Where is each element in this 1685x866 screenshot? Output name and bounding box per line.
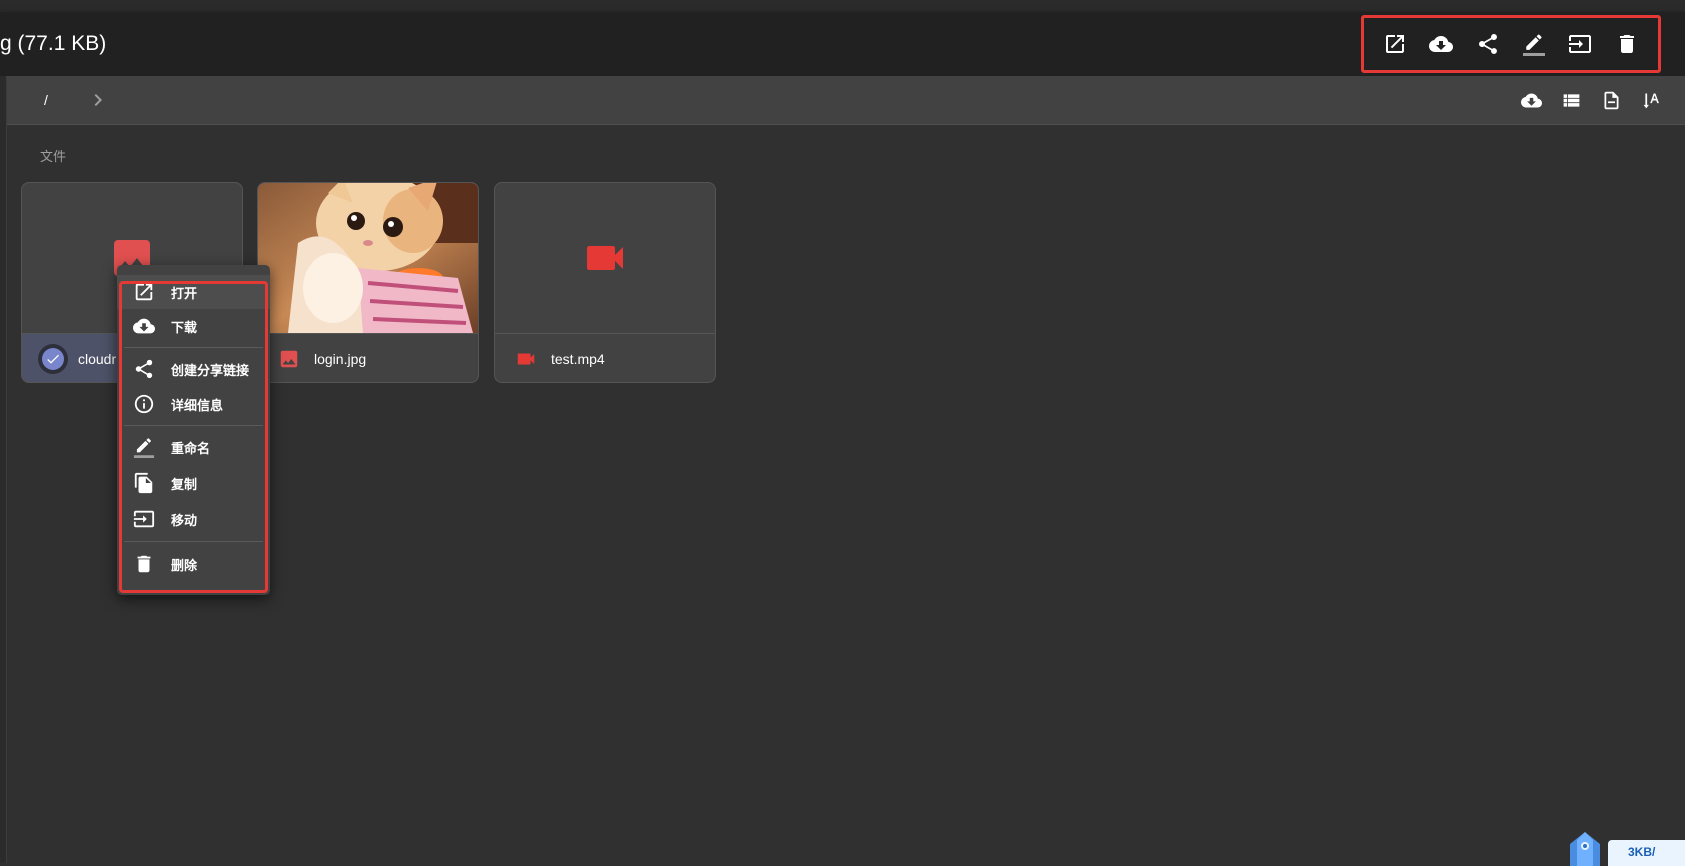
menu-item-details[interactable]: 详细信息 (117, 387, 270, 421)
selection-toolbar: g (77.1 KB) (0, 12, 1685, 76)
pencil-icon (1523, 34, 1546, 56)
file-settings-button[interactable] (1591, 80, 1631, 120)
left-drawer-edge (0, 76, 7, 863)
trash-icon (1619, 35, 1634, 53)
list-view-icon (1563, 93, 1579, 107)
share-icon (1478, 34, 1497, 54)
breadcrumb-root[interactable]: / (44, 76, 48, 124)
context-menu: 打开 下载 创建分享链接 详细信息 重命名 复制 移动 删除 (117, 265, 270, 595)
image-thumbnail (258, 183, 478, 333)
navbar-actions (1511, 80, 1671, 120)
section-label: 文件 (40, 149, 67, 164)
open-button[interactable] (1375, 24, 1415, 64)
file-name: login.jpg (314, 351, 367, 367)
menu-item-label: 下载 (171, 320, 198, 336)
pencil-icon (133, 438, 155, 458)
download-button[interactable] (1421, 24, 1461, 64)
trash-icon (137, 555, 151, 573)
menu-item-label: 移动 (171, 513, 198, 529)
copy-icon (134, 472, 153, 494)
open-in-new-icon (135, 283, 153, 301)
view-mode-button[interactable] (1551, 80, 1591, 120)
speed-widget[interactable]: 3KB/ (1560, 830, 1685, 866)
share-icon (135, 359, 153, 379)
menu-item-label: 复制 (171, 477, 198, 493)
chevron-right-icon (94, 94, 102, 106)
file-card[interactable]: login.jpg (257, 182, 479, 383)
menu-item-open[interactable]: 打开 (117, 275, 270, 309)
path-navbar: / (0, 76, 1685, 125)
selected-check[interactable] (38, 344, 68, 374)
rename-button[interactable] (1514, 24, 1554, 64)
menu-item-share[interactable]: 创建分享链接 (117, 352, 270, 386)
cloud-download-icon (1429, 36, 1454, 52)
menu-item-label: 打开 (171, 286, 198, 302)
offline-download-button[interactable] (1511, 80, 1551, 120)
move-to-icon (1569, 35, 1592, 53)
file-type-icon (515, 348, 539, 372)
file-card-footer: login.jpg (258, 333, 478, 382)
file-card[interactable]: test.mp4 (494, 182, 716, 383)
menu-item-label: 重命名 (171, 441, 211, 457)
move-button[interactable] (1560, 24, 1600, 64)
menu-item-label: 详细信息 (171, 398, 224, 414)
file-name: cloudr (78, 351, 117, 367)
move-to-icon (133, 510, 155, 528)
menu-item-label: 创建分享链接 (171, 363, 250, 379)
info-icon (134, 394, 154, 414)
sort-icon (1643, 93, 1659, 108)
rocket-icon (1570, 832, 1600, 866)
image-icon (280, 350, 298, 368)
menu-item-download[interactable]: 下载 (117, 309, 270, 343)
open-in-new-icon (1386, 35, 1405, 53)
breadcrumb-chevron (86, 88, 110, 112)
file-type-icon (278, 348, 302, 372)
file-name: test.mp4 (551, 351, 605, 367)
speed-text: 3KB/ (1628, 845, 1656, 859)
cloud-download-icon (133, 318, 155, 334)
menu-item-rename[interactable]: 重命名 (117, 430, 270, 464)
selection-actions (1361, 15, 1661, 73)
video-icon (517, 353, 535, 365)
menu-divider (124, 541, 263, 542)
menu-item-move[interactable]: 移动 (117, 502, 270, 536)
menu-item-copy[interactable]: 复制 (117, 466, 270, 500)
menu-divider (124, 347, 263, 348)
file-preview (495, 183, 715, 333)
selection-title: g (77.1 KB) (0, 32, 107, 55)
menu-item-label: 删除 (171, 558, 198, 574)
share-button[interactable] (1468, 24, 1508, 64)
file-settings-icon (1604, 91, 1618, 109)
check-icon (47, 354, 59, 364)
file-card-footer: test.mp4 (495, 333, 715, 382)
sort-button[interactable] (1631, 80, 1671, 120)
menu-divider (124, 425, 263, 426)
menu-item-delete[interactable]: 删除 (117, 547, 270, 581)
video-icon (587, 246, 623, 270)
cloud-download-icon (1520, 93, 1542, 107)
delete-button[interactable] (1607, 24, 1647, 64)
